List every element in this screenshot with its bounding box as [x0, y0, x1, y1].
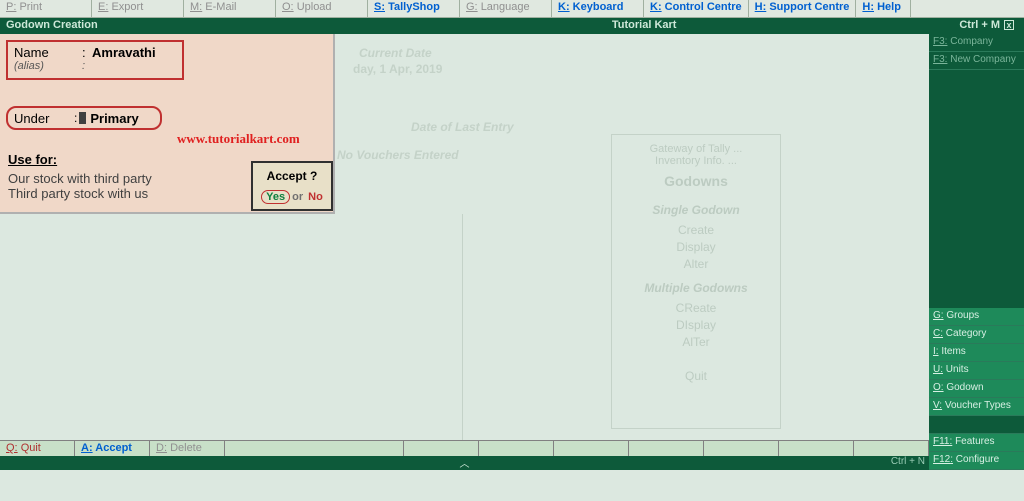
menu-quit: Quit: [618, 369, 774, 383]
title-left: Godown Creation: [0, 18, 335, 34]
name-box: Name : Amravathi (alias) :: [6, 40, 184, 80]
menu-print[interactable]: P: Print: [0, 0, 92, 17]
menu-email[interactable]: M: E-Mail: [184, 0, 276, 17]
calculator-bar[interactable]: ︿ Ctrl + N: [0, 456, 929, 470]
bottom-spacer: [225, 441, 404, 456]
menu-title: Godowns: [618, 173, 774, 189]
title-bar: Godown Creation Tutorial Kart Ctrl + Mx: [0, 18, 1024, 34]
accept-or: or: [292, 191, 303, 203]
menu-mcreate: CReate: [618, 301, 774, 315]
sidebar-company[interactable]: F3: Company: [929, 34, 1024, 52]
sidebar-voucher[interactable]: V: Voucher Types: [929, 398, 1024, 416]
name-value[interactable]: Amravathi: [92, 45, 156, 60]
menu-inventory: Inventory Info. ...: [618, 155, 774, 167]
bottom-delete[interactable]: D: Delete: [150, 441, 225, 456]
calc-shortcut: Ctrl + N: [891, 456, 925, 467]
usefor-line2: Third party stock with us: [8, 186, 152, 201]
sidebar-category[interactable]: C: Category: [929, 326, 1024, 344]
menu-keyboard[interactable]: K: Keyboard: [552, 0, 644, 17]
menu-create: Create: [618, 223, 774, 237]
accept-title: Accept ?: [253, 169, 331, 183]
sidebar-features[interactable]: F11: Features: [929, 434, 1024, 452]
under-box: Under : Primary: [6, 106, 162, 130]
main-zone: Current Date day, 1 Apr, 2019 Date of La…: [0, 34, 1024, 470]
accept-dialog: Accept ? Yesor No: [251, 161, 333, 211]
menu-mdisplay: DIsplay: [618, 318, 774, 332]
sidebar-godown[interactable]: O: Godown: [929, 380, 1024, 398]
bg-current-date-label: Current Date: [359, 46, 432, 60]
menu-alter: Alter: [618, 257, 774, 271]
bottom-empty2: [479, 441, 554, 456]
accept-yes-button[interactable]: Yes: [261, 190, 290, 204]
sidebar-spacer: [929, 70, 1024, 308]
accept-no-button[interactable]: No: [308, 191, 323, 203]
cursor-icon: [79, 112, 86, 124]
sidebar-items[interactable]: I: Items: [929, 344, 1024, 362]
sidebar-configure[interactable]: F12: Configure: [929, 452, 1024, 470]
bottom-quit[interactable]: Q: Quit: [0, 441, 75, 456]
sidebar-gap: [929, 416, 1024, 434]
title-center: Tutorial Kart: [335, 18, 953, 34]
bg-current-date-value: day, 1 Apr, 2019: [353, 62, 442, 76]
menu-language[interactable]: G: Language: [460, 0, 552, 17]
menu-control[interactable]: K: Control Centre: [644, 0, 749, 17]
menu-tallyshop[interactable]: S: TallyShop: [368, 0, 460, 17]
menu-help[interactable]: H: Help: [856, 0, 911, 17]
bottom-menu: Q: Quit A: Accept D: Delete: [0, 440, 929, 456]
bottom-empty1: [404, 441, 479, 456]
menu-export[interactable]: E: Export: [92, 0, 184, 17]
bottom-accept[interactable]: A: Accept: [75, 441, 150, 456]
menu-display: Display: [618, 240, 774, 254]
under-value[interactable]: Primary: [90, 111, 138, 126]
content-area: Current Date day, 1 Apr, 2019 Date of La…: [0, 34, 929, 470]
usefor-block: Use for: Our stock with third party Thir…: [8, 152, 152, 201]
top-menu: P: Print E: Export M: E-Mail O: Upload S…: [0, 0, 1024, 18]
menu-support[interactable]: H: Support Centre: [749, 0, 857, 17]
menu-malter: AlTer: [618, 335, 774, 349]
usefor-line1: Our stock with third party: [8, 171, 152, 186]
menu-section-multiple: Multiple Godowns: [618, 281, 774, 295]
menu-upload[interactable]: O: Upload: [276, 0, 368, 17]
bottom-empty7: [854, 441, 929, 456]
under-label: Under: [14, 111, 74, 126]
usefor-head: Use for:: [8, 152, 152, 167]
vertical-separator: [462, 214, 463, 470]
godown-creation-panel: Name : Amravathi (alias) : Under : Prima…: [0, 34, 335, 214]
bottom-empty6: [779, 441, 854, 456]
arrow-up-icon: ︿: [460, 459, 470, 470]
title-right: Ctrl + Mx: [953, 18, 1024, 34]
alias-label: (alias): [14, 60, 82, 72]
sidebar: F3: Company F3: New Company G: Groups C:…: [929, 34, 1024, 470]
menu-gateway: Gateway of Tally ...: [618, 143, 774, 155]
sidebar-groups[interactable]: G: Groups: [929, 308, 1024, 326]
bottom-empty5: [704, 441, 779, 456]
gateway-menu-panel: Gateway of Tally ... Inventory Info. ...…: [611, 134, 781, 429]
sidebar-units[interactable]: U: Units: [929, 362, 1024, 380]
bottom-empty4: [629, 441, 704, 456]
watermark: www.tutorialkart.com: [177, 131, 300, 147]
bg-no-vouchers: No Vouchers Entered: [337, 148, 459, 162]
name-label: Name: [14, 45, 82, 60]
sidebar-new-company[interactable]: F3: New Company: [929, 52, 1024, 70]
bottom-empty3: [554, 441, 629, 456]
bg-last-entry-label: Date of Last Entry: [411, 120, 514, 134]
menu-section-single: Single Godown: [618, 203, 774, 217]
expand-icon[interactable]: x: [1004, 20, 1014, 30]
